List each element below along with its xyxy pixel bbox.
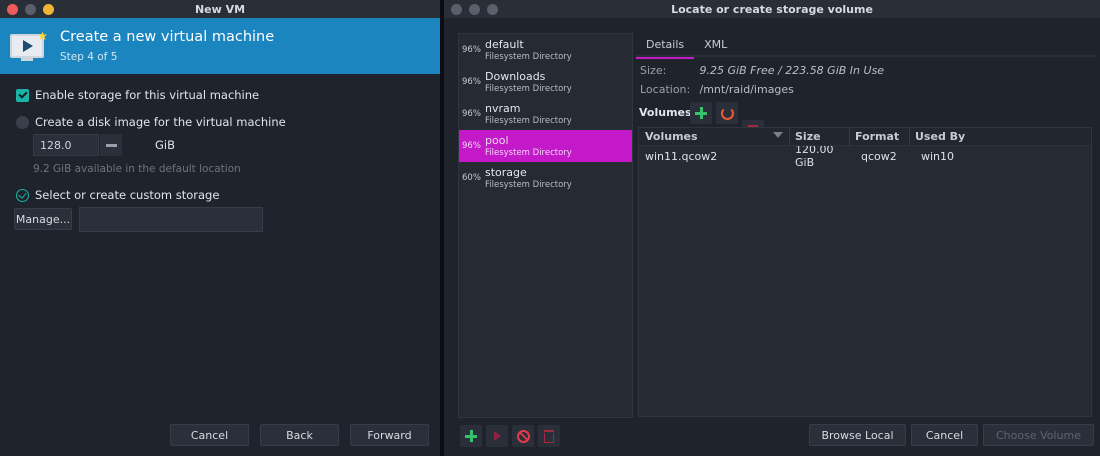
- maximize-window-button[interactable]: [43, 3, 54, 15]
- custom-storage-radio[interactable]: [16, 188, 29, 202]
- pool-item-nvram[interactable]: 96% nvram Filesystem Directory: [459, 98, 632, 130]
- enable-storage-checkbox[interactable]: [16, 88, 29, 102]
- pool-name: nvram: [485, 102, 521, 115]
- new-vm-window: New VM ★ Create a new virtual machine St…: [0, 0, 440, 456]
- size-value: 9.25 GiB Free / 223.58 GiB In Use: [699, 64, 885, 77]
- add-pool-button[interactable]: [460, 425, 482, 447]
- pool-type: Filesystem Directory: [485, 84, 572, 94]
- pool-usage-percent: 96%: [462, 141, 481, 151]
- pool-usage-percent: 60%: [462, 173, 481, 183]
- storage-volume-window: Locate or create storage volume 96% defa…: [444, 0, 1100, 456]
- back-button[interactable]: Back: [260, 424, 339, 446]
- size-unit-label: GiB: [155, 138, 175, 152]
- disk-size-input[interactable]: 128.0: [33, 134, 99, 156]
- cancel-button[interactable]: Cancel: [170, 424, 249, 446]
- start-pool-button[interactable]: [486, 425, 508, 447]
- volumes-label: Volumes: [639, 106, 692, 119]
- minimize-window-button[interactable]: [469, 3, 480, 15]
- size-label: Size:: [640, 64, 667, 77]
- wizard-step: Step 4 of 5: [60, 51, 118, 63]
- titlebar: Locate or create storage volume: [444, 0, 1100, 18]
- manage-button[interactable]: Manage...: [14, 208, 72, 230]
- cancel-button[interactable]: Cancel: [911, 424, 978, 446]
- maximize-window-button[interactable]: [487, 3, 498, 15]
- volume-table: Volumes Size Format Used By win11.qcow2 …: [638, 127, 1092, 417]
- table-row[interactable]: win11.qcow2 120.00 GiB qcow2 win10: [639, 143, 1091, 169]
- sort-chevron-icon[interactable]: [773, 132, 783, 138]
- pool-type: Filesystem Directory: [485, 52, 572, 62]
- create-disk-row[interactable]: Create a disk image for the virtual mach…: [16, 115, 286, 129]
- storage-path-input[interactable]: [79, 207, 263, 232]
- pool-name: default: [485, 38, 524, 51]
- pool-type: Filesystem Directory: [485, 180, 572, 190]
- pool-usage-percent: 96%: [462, 77, 481, 87]
- custom-storage-label: Select or create custom storage: [35, 188, 220, 202]
- pool-type: Filesystem Directory: [485, 148, 572, 158]
- enable-storage-row[interactable]: Enable storage for this virtual machine: [16, 88, 259, 102]
- cell-volume: win11.qcow2: [645, 149, 718, 163]
- enable-storage-label: Enable storage for this virtual machine: [35, 88, 260, 102]
- close-window-button[interactable]: [7, 3, 18, 15]
- titlebar: New VM: [0, 0, 440, 18]
- col-size[interactable]: Size: [789, 130, 849, 143]
- create-disk-label: Create a disk image for the virtual mach…: [35, 115, 286, 129]
- col-volumes[interactable]: Volumes: [639, 130, 789, 143]
- delete-pool-button[interactable]: [538, 425, 560, 447]
- virtual-machine-icon: ★: [10, 29, 48, 61]
- window-title: New VM: [194, 2, 246, 16]
- pool-type: Filesystem Directory: [485, 116, 572, 126]
- location-label: Location:: [640, 83, 691, 96]
- cell-used-by: win10: [921, 149, 955, 163]
- wizard-header: ★ Create a new virtual machine Step 4 of…: [0, 18, 440, 74]
- custom-storage-row[interactable]: Select or create custom storage: [16, 188, 219, 202]
- tab-divider: [636, 55, 1096, 57]
- pool-name: Downloads: [485, 70, 546, 83]
- available-space-hint: 9.2 GiB available in the default locatio…: [33, 163, 241, 175]
- location-row: Location: /mnt/raid/images: [640, 83, 794, 96]
- size-row: Size: 9.25 GiB Free / 223.58 GiB In Use: [640, 64, 884, 77]
- volume-table-header: Volumes Size Format Used By: [639, 128, 1091, 146]
- wizard-title: Create a new virtual machine: [60, 29, 275, 45]
- pool-name: storage: [485, 166, 527, 179]
- pool-item-pool[interactable]: 96% pool Filesystem Directory: [459, 130, 632, 162]
- cell-size: 120.00 GiB: [795, 143, 834, 169]
- decrease-size-button[interactable]: [100, 134, 122, 156]
- create-disk-radio[interactable]: [16, 115, 29, 129]
- close-window-button[interactable]: [451, 3, 462, 15]
- pool-item-storage[interactable]: 60% storage Filesystem Directory: [459, 162, 632, 194]
- cell-format: qcow2: [861, 149, 897, 163]
- forward-button[interactable]: Forward: [350, 424, 429, 446]
- stop-pool-button[interactable]: [512, 425, 534, 447]
- window-title: Locate or create storage volume: [671, 2, 873, 16]
- storage-pool-list: 96% default Filesystem Directory 96% Dow…: [458, 33, 633, 418]
- location-value: /mnt/raid/images: [699, 83, 794, 96]
- pool-item-default[interactable]: 96% default Filesystem Directory: [459, 34, 632, 66]
- choose-volume-button[interactable]: Choose Volume: [983, 424, 1094, 446]
- pool-name: pool: [485, 134, 509, 147]
- col-format[interactable]: Format: [849, 130, 909, 143]
- pool-usage-percent: 96%: [462, 109, 481, 119]
- add-volume-button[interactable]: [690, 102, 712, 124]
- minimize-window-button[interactable]: [25, 3, 36, 15]
- pool-item-downloads[interactable]: 96% Downloads Filesystem Directory: [459, 66, 632, 98]
- pool-usage-percent: 96%: [462, 45, 481, 55]
- refresh-volumes-button[interactable]: [716, 102, 738, 124]
- col-used-by[interactable]: Used By: [909, 130, 969, 143]
- browse-local-button[interactable]: Browse Local: [809, 424, 906, 446]
